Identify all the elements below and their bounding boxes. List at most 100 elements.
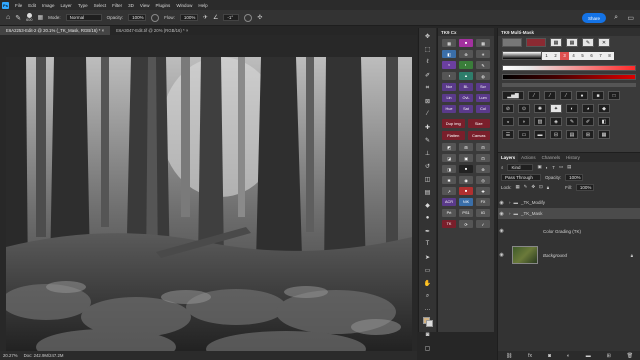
- search-icon[interactable]: ⌕: [614, 14, 618, 22]
- mm-tool-icon[interactable]: ▤: [566, 130, 578, 139]
- mode-select[interactable]: Normal: [65, 14, 102, 21]
- mm-tool-icon[interactable]: ▬: [534, 130, 546, 139]
- cx-icon-button[interactable]: ▲: [459, 72, 473, 80]
- link-layers-icon[interactable]: ⛓: [506, 353, 512, 359]
- blend-linear-button[interactable]: Lin: [442, 94, 456, 102]
- mm-number-button[interactable]: 1: [542, 51, 551, 60]
- gradient-tool-icon[interactable]: ▤: [423, 187, 433, 197]
- mm-tool-icon[interactable]: ◕: [582, 104, 594, 113]
- mm-gradient-slider-2[interactable]: [502, 74, 636, 80]
- mm-tool-icon[interactable]: ▭: [518, 130, 530, 139]
- canvas-area[interactable]: [0, 35, 417, 360]
- mm-gradient-slider-1[interactable]: [502, 65, 636, 71]
- add-mask-icon[interactable]: ◙: [548, 353, 551, 359]
- lock-artboard-icon[interactable]: ⊡: [539, 184, 543, 190]
- adjustment-layer-icon[interactable]: ◐: [567, 353, 570, 359]
- tab-channels[interactable]: Channels: [539, 153, 564, 162]
- mm-tool-icon[interactable]: ⊟: [550, 130, 562, 139]
- fx-button[interactable]: FX: [476, 198, 490, 206]
- menu-plugins[interactable]: Plugins: [156, 3, 171, 8]
- cx-icon-button[interactable]: ☀: [476, 50, 490, 58]
- mm-tool-icon[interactable]: ⊙: [518, 104, 530, 113]
- lock-all-icon[interactable]: 🔒︎: [547, 185, 549, 190]
- menu-file[interactable]: File: [15, 3, 22, 8]
- cx-icon-button[interactable]: ≈: [442, 61, 456, 69]
- tab-actions[interactable]: Actions: [518, 153, 538, 162]
- quick-select-tool-icon[interactable]: ✐: [423, 70, 433, 80]
- frame-tool-icon[interactable]: ⊠: [423, 96, 433, 106]
- blur-tool-icon[interactable]: ◆: [423, 200, 433, 210]
- flow-field[interactable]: 100%: [179, 14, 198, 21]
- mm-number-button[interactable]: 8: [605, 51, 614, 60]
- more-tools-icon[interactable]: …: [423, 304, 433, 314]
- cx-icon-button[interactable]: ✎: [476, 61, 490, 69]
- visibility-eye-icon[interactable]: ◉: [498, 211, 505, 217]
- brush-tool-icon[interactable]: ✎: [423, 135, 433, 145]
- menu-select[interactable]: Select: [94, 3, 107, 8]
- cx-icon-button[interactable]: ◨: [442, 165, 456, 173]
- zoom-tool-icon[interactable]: ⌕: [423, 291, 433, 301]
- type-tool-icon[interactable]: T: [423, 239, 433, 249]
- mm-number-button[interactable]: 5: [578, 51, 587, 60]
- size-button[interactable]: Size: [467, 119, 490, 128]
- mm-tool-icon[interactable]: ✐: [582, 117, 594, 126]
- mm-tool-icon[interactable]: ◗: [518, 117, 530, 126]
- menu-view[interactable]: View: [140, 3, 150, 8]
- cx-icon-button[interactable]: ◎: [476, 176, 490, 184]
- mm-tool-icon[interactable]: ▦: [598, 130, 610, 139]
- marquee-tool-icon[interactable]: ⬚: [423, 44, 433, 54]
- cx-icon-button[interactable]: ◑: [442, 72, 456, 80]
- mm-tool-icon[interactable]: ◆: [598, 104, 610, 113]
- mm-circle-icon[interactable]: ●: [576, 91, 588, 100]
- tab-document-1[interactable]: E6A2253-Edit-2 @ 20.1% (_TK_Mask, RGB/16…: [0, 26, 111, 35]
- brush-preset-picker[interactable]: 600: [26, 13, 32, 22]
- menu-type[interactable]: Type: [78, 3, 88, 8]
- mm-dropper-icon[interactable]: ⁄: [544, 91, 556, 100]
- filter-type-icon[interactable]: T: [552, 165, 555, 170]
- cx-icon-button[interactable]: ⟳: [459, 220, 473, 228]
- filter-adjust-icon[interactable]: ◐: [546, 165, 549, 170]
- fill-field[interactable]: 100%: [575, 183, 594, 191]
- prt-button[interactable]: Prt: [442, 209, 456, 217]
- blend-screen-button[interactable]: Scr: [476, 83, 490, 91]
- cx-icon-button[interactable]: ✱: [442, 176, 456, 184]
- mm-tool-icon[interactable]: ◧: [598, 117, 610, 126]
- cx-icon-button[interactable]: ✓: [476, 220, 490, 228]
- menu-window[interactable]: Window: [176, 3, 192, 8]
- mm-tool-icon[interactable]: ☰: [502, 130, 514, 139]
- mm-brush-icon[interactable]: ✎: [582, 38, 594, 47]
- tab-history[interactable]: History: [563, 153, 583, 162]
- cx-icon-button[interactable]: ■: [459, 165, 473, 173]
- move-tool-icon[interactable]: ✥: [423, 31, 433, 41]
- filter-pixel-icon[interactable]: ▣: [537, 164, 541, 170]
- menu-3d[interactable]: 3D: [128, 3, 134, 8]
- new-layer-icon[interactable]: ⊞: [607, 353, 611, 359]
- dodge-tool-icon[interactable]: ●: [423, 213, 433, 223]
- cx-icon-button[interactable]: ◧: [442, 50, 456, 58]
- cx-icon-button[interactable]: ✚: [476, 187, 490, 195]
- flatten-button[interactable]: Flatten: [442, 131, 465, 140]
- layer-row[interactable]: ◉ Color Grading (TK): [498, 219, 640, 243]
- visibility-eye-icon[interactable]: ◉: [498, 228, 505, 234]
- eyedropper-tool-icon[interactable]: ⁄: [423, 109, 433, 119]
- mm-tool-icon[interactable]: ◐: [566, 104, 578, 113]
- cx-icon-button[interactable]: ◍: [476, 72, 490, 80]
- clone-stamp-tool-icon[interactable]: ⊥: [423, 148, 433, 158]
- rectangle-tool-icon[interactable]: ▭: [423, 265, 433, 275]
- chevron-right-icon[interactable]: ›: [509, 211, 511, 216]
- tab-layers[interactable]: Layers: [498, 153, 519, 162]
- cx-icon-button[interactable]: ▣: [459, 154, 473, 162]
- angle-field[interactable]: -1°: [223, 14, 240, 21]
- ps1-button[interactable]: PS1: [459, 209, 473, 217]
- mm-tool-icon[interactable]: ◒: [502, 117, 514, 126]
- blend-mode-select[interactable]: Pass Through: [501, 173, 541, 181]
- hand-tool-icon[interactable]: ✋: [423, 278, 433, 288]
- pen-tool-icon[interactable]: ✒: [423, 226, 433, 236]
- mm-number-button[interactable]: 2: [551, 51, 560, 60]
- mm-square-icon[interactable]: ■: [592, 91, 604, 100]
- visibility-eye-icon[interactable]: ◉: [498, 200, 505, 206]
- cx-icon-button[interactable]: ■: [459, 39, 473, 47]
- brush-settings-icon[interactable]: ▦: [37, 14, 43, 21]
- cx-icon-button[interactable]: ⊕: [476, 165, 490, 173]
- blend-overlay-button[interactable]: OvL: [459, 94, 473, 102]
